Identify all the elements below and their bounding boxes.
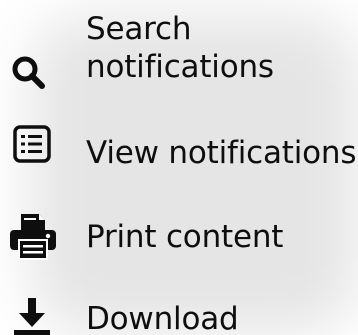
menu-item-label: View notifications xyxy=(86,135,357,171)
list-icon xyxy=(13,125,51,163)
download-icon xyxy=(14,298,50,335)
label-line-2: notifications xyxy=(86,49,274,85)
search-icon xyxy=(12,56,45,89)
menu-item-label: Download xyxy=(86,301,239,335)
label-line-1: Search xyxy=(86,11,192,47)
menu-item-label: Search notifications xyxy=(86,10,274,86)
menu-item-view-notifications[interactable]: View notifications xyxy=(0,118,358,182)
printer-icon xyxy=(10,214,56,260)
menu-item-label: Print content xyxy=(86,219,284,255)
menu-item-search-notifications[interactable]: Search notifications xyxy=(0,0,358,92)
menu-item-print-content[interactable]: Print content xyxy=(0,204,358,264)
menu-item-download[interactable]: Download xyxy=(0,280,358,335)
notification-menu: Search notifications View notifications … xyxy=(0,0,358,335)
